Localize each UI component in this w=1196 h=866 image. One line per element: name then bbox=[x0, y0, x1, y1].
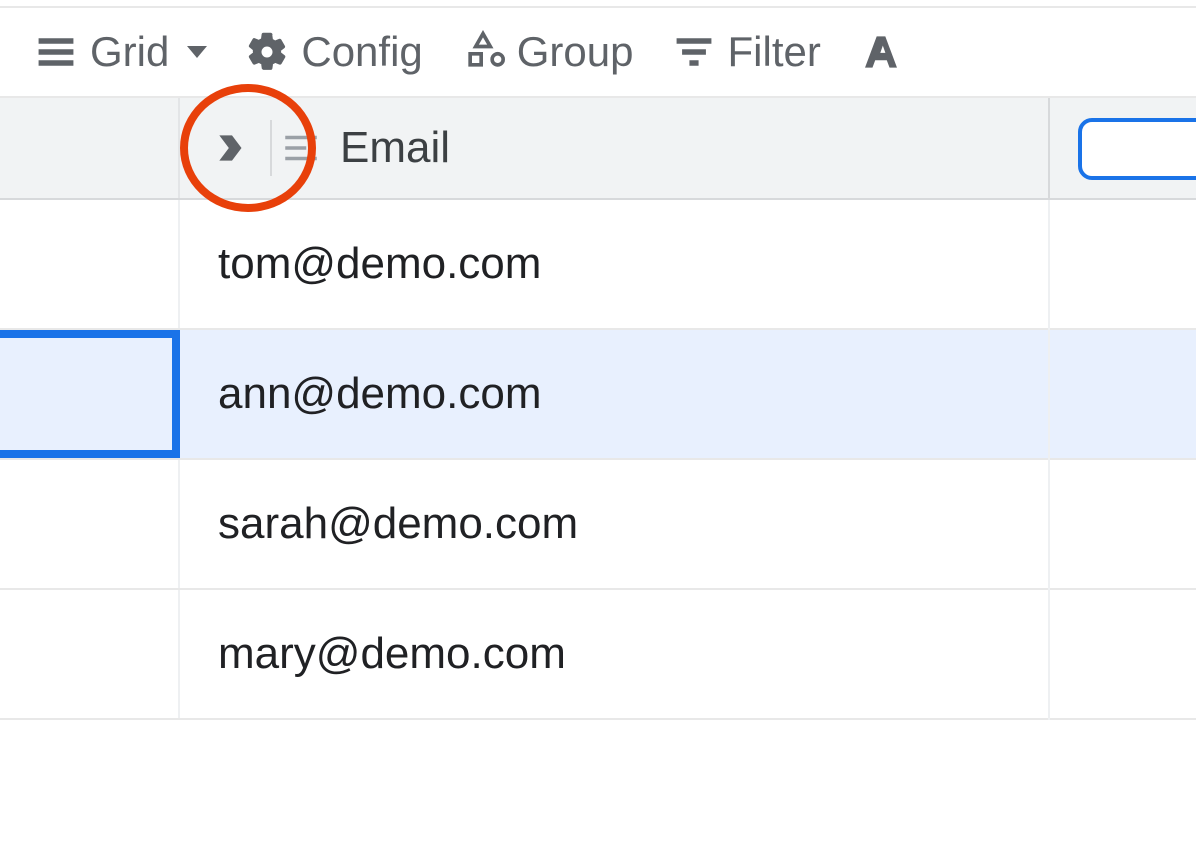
next-column-header-selected[interactable] bbox=[1078, 118, 1196, 180]
column-label: Email bbox=[340, 123, 450, 173]
email-cell[interactable]: tom@demo.com bbox=[180, 200, 1196, 328]
filter-button[interactable]: Filter bbox=[658, 22, 835, 82]
table-row[interactable]: mary@demo.com bbox=[0, 590, 1196, 720]
grid-lines-icon bbox=[34, 30, 78, 74]
group-button[interactable]: Group bbox=[447, 22, 648, 82]
column-header-row: Email bbox=[0, 98, 1196, 200]
row-selector[interactable] bbox=[0, 330, 180, 458]
config-button[interactable]: Config bbox=[231, 22, 436, 82]
filter-icon bbox=[672, 30, 716, 74]
dropdown-caret-icon bbox=[187, 46, 207, 58]
row-header-gutter bbox=[0, 98, 180, 198]
grid-label: Grid bbox=[90, 28, 169, 76]
group-label: Group bbox=[517, 28, 634, 76]
grid-view-button[interactable]: Grid bbox=[20, 22, 221, 82]
text-column-icon bbox=[280, 127, 322, 169]
right-column-divider bbox=[1048, 200, 1050, 720]
group-shapes-icon bbox=[461, 30, 505, 74]
table-row[interactable]: tom@demo.com bbox=[0, 200, 1196, 330]
email-column-header[interactable]: Email bbox=[180, 98, 1196, 198]
truncated-toolbar-item[interactable] bbox=[845, 24, 903, 80]
email-cell[interactable]: mary@demo.com bbox=[180, 590, 1196, 718]
toolbar: Grid Config Group Filter bbox=[0, 8, 1196, 98]
row-selector[interactable] bbox=[0, 460, 180, 588]
expand-column-button[interactable] bbox=[208, 124, 256, 172]
data-grid: Email tom@demo.comann@demo.comsarah@demo… bbox=[0, 98, 1196, 720]
email-cell[interactable]: sarah@demo.com bbox=[180, 460, 1196, 588]
config-label: Config bbox=[301, 28, 422, 76]
column-boundary[interactable] bbox=[1048, 98, 1050, 198]
email-cell[interactable]: ann@demo.com bbox=[180, 330, 1196, 458]
table-row[interactable]: sarah@demo.com bbox=[0, 460, 1196, 590]
filter-label: Filter bbox=[728, 28, 821, 76]
row-selector[interactable] bbox=[0, 200, 180, 328]
gear-icon bbox=[245, 30, 289, 74]
top-border bbox=[0, 0, 1196, 8]
font-icon bbox=[859, 30, 903, 74]
column-divider bbox=[270, 120, 272, 176]
table-row[interactable]: ann@demo.com bbox=[0, 330, 1196, 460]
row-selector[interactable] bbox=[0, 590, 180, 718]
